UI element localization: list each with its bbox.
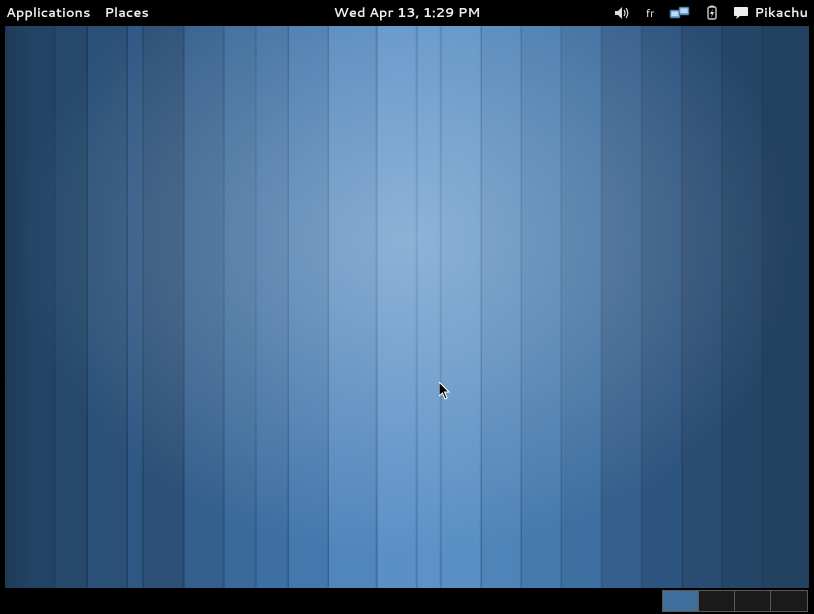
places-menu[interactable]: Places bbox=[104, 4, 148, 22]
desktop[interactable] bbox=[5, 26, 809, 588]
volume-icon[interactable] bbox=[614, 6, 632, 20]
username-label: Pikachu bbox=[755, 4, 809, 22]
workspace-1[interactable] bbox=[663, 591, 699, 611]
user-menu[interactable]: Pikachu bbox=[733, 4, 809, 22]
workspace-switcher[interactable] bbox=[662, 590, 808, 612]
workspace-4[interactable] bbox=[771, 591, 807, 611]
applications-menu[interactable]: Applications bbox=[6, 4, 90, 22]
workspace-2[interactable] bbox=[699, 591, 735, 611]
bottom-panel bbox=[0, 588, 814, 614]
workspace-3[interactable] bbox=[735, 591, 771, 611]
clock[interactable]: Wed Apr 13, 1:29 PM bbox=[334, 4, 481, 22]
wallpaper bbox=[5, 26, 809, 588]
top-panel-left: Applications Places bbox=[6, 4, 149, 22]
battery-icon[interactable] bbox=[705, 5, 719, 21]
keyboard-layout-indicator[interactable]: fr bbox=[646, 5, 655, 21]
network-icon[interactable] bbox=[669, 5, 691, 21]
top-panel: Applications Places Wed Apr 13, 1:29 PM … bbox=[0, 0, 814, 26]
top-panel-right: fr Pikachu bbox=[614, 4, 808, 22]
chat-status-icon bbox=[733, 6, 749, 20]
